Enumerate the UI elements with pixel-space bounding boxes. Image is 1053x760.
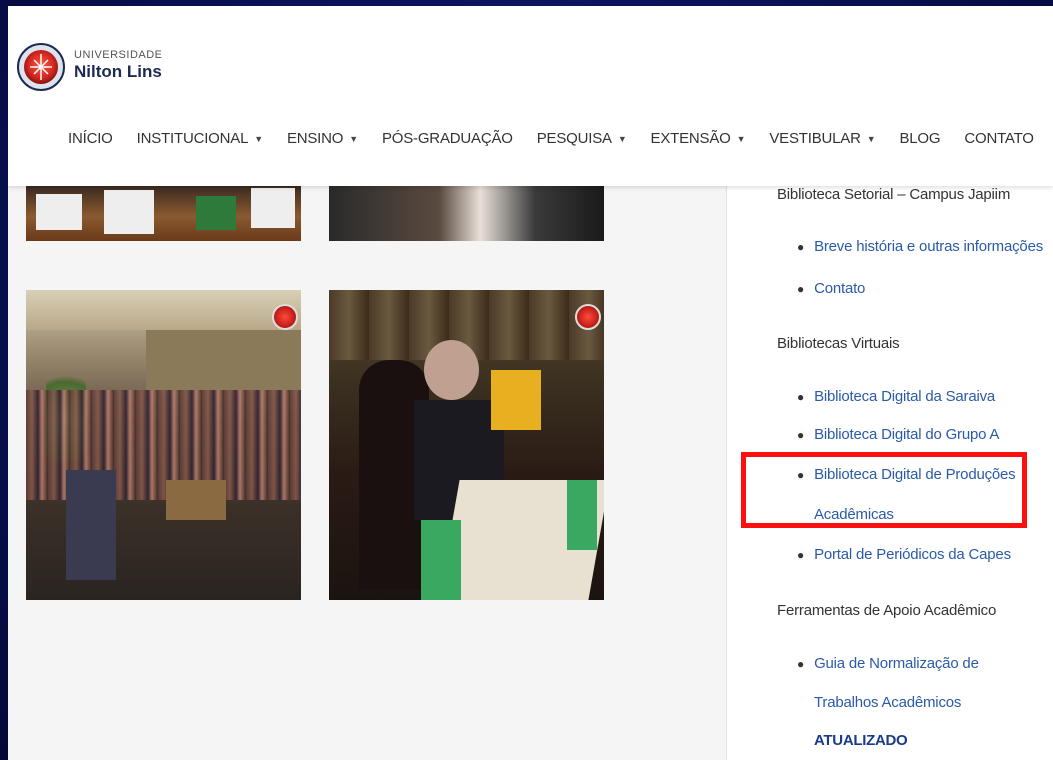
sidebar-link-label: Portal de Periódicos da Capes — [814, 546, 1011, 563]
sidebar-link-capes[interactable]: ● Portal de Periódicos da Capes — [797, 536, 1011, 574]
sidebar-link-label: Biblioteca Digital do Grupo A — [814, 426, 1000, 443]
photo-detail — [196, 196, 236, 230]
nav-item-contato[interactable]: CONTATO — [964, 130, 1034, 147]
sidebar-link-label: Guia de Normalização de — [814, 655, 979, 672]
nav-item-vestibular[interactable]: VESTIBULAR ▼ — [769, 130, 875, 147]
nav-item-ensino[interactable]: ENSINO ▼ — [287, 130, 358, 147]
caret-down-icon: ▼ — [617, 133, 627, 144]
logo-subtitle: UNIVERSIDADE — [74, 48, 163, 61]
gallery-photo-books[interactable] — [26, 186, 301, 241]
updated-tag: ATUALIZADO — [814, 732, 908, 749]
nav-item-extensao[interactable]: EXTENSÃO ▼ — [651, 130, 746, 147]
nav-item-institucional[interactable]: INSTITUCIONAL ▼ — [137, 130, 263, 147]
nav-item-label: EXTENSÃO — [650, 130, 731, 147]
nav-item-label: INÍCIO — [68, 130, 113, 147]
university-logo-badge — [575, 304, 601, 330]
gallery-photo-audience[interactable] — [26, 290, 301, 600]
logo-title: Nilton Lins — [74, 61, 162, 81]
sidebar-heading-academic-tools: Ferramentas de Apoio Acadêmico — [777, 602, 997, 619]
site-header: UNIVERSIDADE Nilton Lins INÍCIO INSTITUCI… — [8, 6, 1053, 186]
nav-item-label: VESTIBULAR — [769, 130, 861, 147]
nav-item-label: CONTATO — [964, 130, 1034, 147]
university-crest-icon — [17, 43, 65, 91]
photo-detail — [36, 194, 82, 230]
photo-detail — [146, 330, 301, 390]
sidebar-heading-campus-japiim: Biblioteca Setorial – Campus Japiim — [777, 186, 1011, 203]
gallery-photo-book-signing[interactable] — [329, 290, 604, 600]
highlight-annotation-box — [741, 452, 1027, 528]
nav-item-label: ENSINO — [286, 130, 344, 147]
nav-item-pesquisa[interactable]: PESQUISA ▼ — [537, 130, 627, 147]
university-logo-badge — [272, 304, 298, 330]
sidebar-heading-virtual-libraries: Bibliotecas Virtuais — [777, 335, 900, 352]
sidebar-link-label: Biblioteca Digital da Saraiva — [814, 388, 996, 405]
photo-detail — [424, 340, 479, 400]
photo-detail — [251, 188, 295, 228]
sidebar-link-history[interactable]: ● Breve história e outras informações — [797, 228, 1043, 266]
bullet-icon: ● — [797, 548, 805, 562]
nav-item-inicio[interactable]: INÍCIO — [68, 130, 113, 147]
university-logo[interactable]: UNIVERSIDADE Nilton Lins — [16, 28, 163, 106]
sidebar-link-grupo-a[interactable]: ● Biblioteca Digital do Grupo A — [797, 416, 999, 454]
nav-item-label: PESQUISA — [536, 130, 612, 147]
photo-detail — [421, 520, 461, 600]
bullet-icon: ● — [797, 240, 805, 254]
sidebar-link-contact[interactable]: ● Contato — [797, 270, 865, 308]
nav-item-label: BLOG — [899, 130, 941, 147]
bullet-icon: ● — [797, 282, 805, 296]
caret-down-icon: ▼ — [254, 133, 263, 144]
nav-item-blog[interactable]: BLOG — [899, 130, 940, 147]
photo-detail — [166, 480, 226, 520]
gallery-photo-event[interactable] — [329, 186, 604, 241]
caret-down-icon: ▼ — [349, 133, 358, 144]
photo-detail — [491, 370, 541, 430]
web-page: Biblioteca Setorial – Campus Japiim ● Bre… — [8, 6, 1053, 760]
bullet-icon: ● — [797, 657, 805, 671]
photo-detail — [66, 470, 116, 580]
nav-item-label: PÓS-GRADUAÇÃO — [381, 130, 513, 147]
sidebar-link-saraiva[interactable]: ● Biblioteca Digital da Saraiva — [797, 378, 995, 416]
photo-detail — [26, 290, 301, 330]
main-navigation: INÍCIO INSTITUCIONAL ▼ ENSINO ▼ PÓS-GRADUAÇÃO… — [68, 130, 1053, 147]
sidebar-link-label: Contato — [814, 280, 866, 297]
photo-detail — [104, 190, 154, 234]
bullet-icon: ● — [797, 390, 805, 404]
photo-detail — [567, 480, 597, 550]
nav-item-label: INSTITUCIONAL — [136, 130, 249, 147]
caret-down-icon: ▼ — [736, 133, 746, 144]
bullet-icon: ● — [797, 428, 805, 442]
nav-item-pos-graduacao[interactable]: PÓS-GRADUAÇÃO — [382, 130, 513, 147]
sidebar-link-label: Breve história e outras informações — [814, 238, 1044, 255]
caret-down-icon: ▼ — [866, 133, 876, 144]
sidebar-link-normalization-continued[interactable]: Trabalhos Acadêmicos — [814, 694, 961, 711]
sidebar-link-normalization-guide[interactable]: ● Guia de Normalização de — [797, 645, 979, 683]
